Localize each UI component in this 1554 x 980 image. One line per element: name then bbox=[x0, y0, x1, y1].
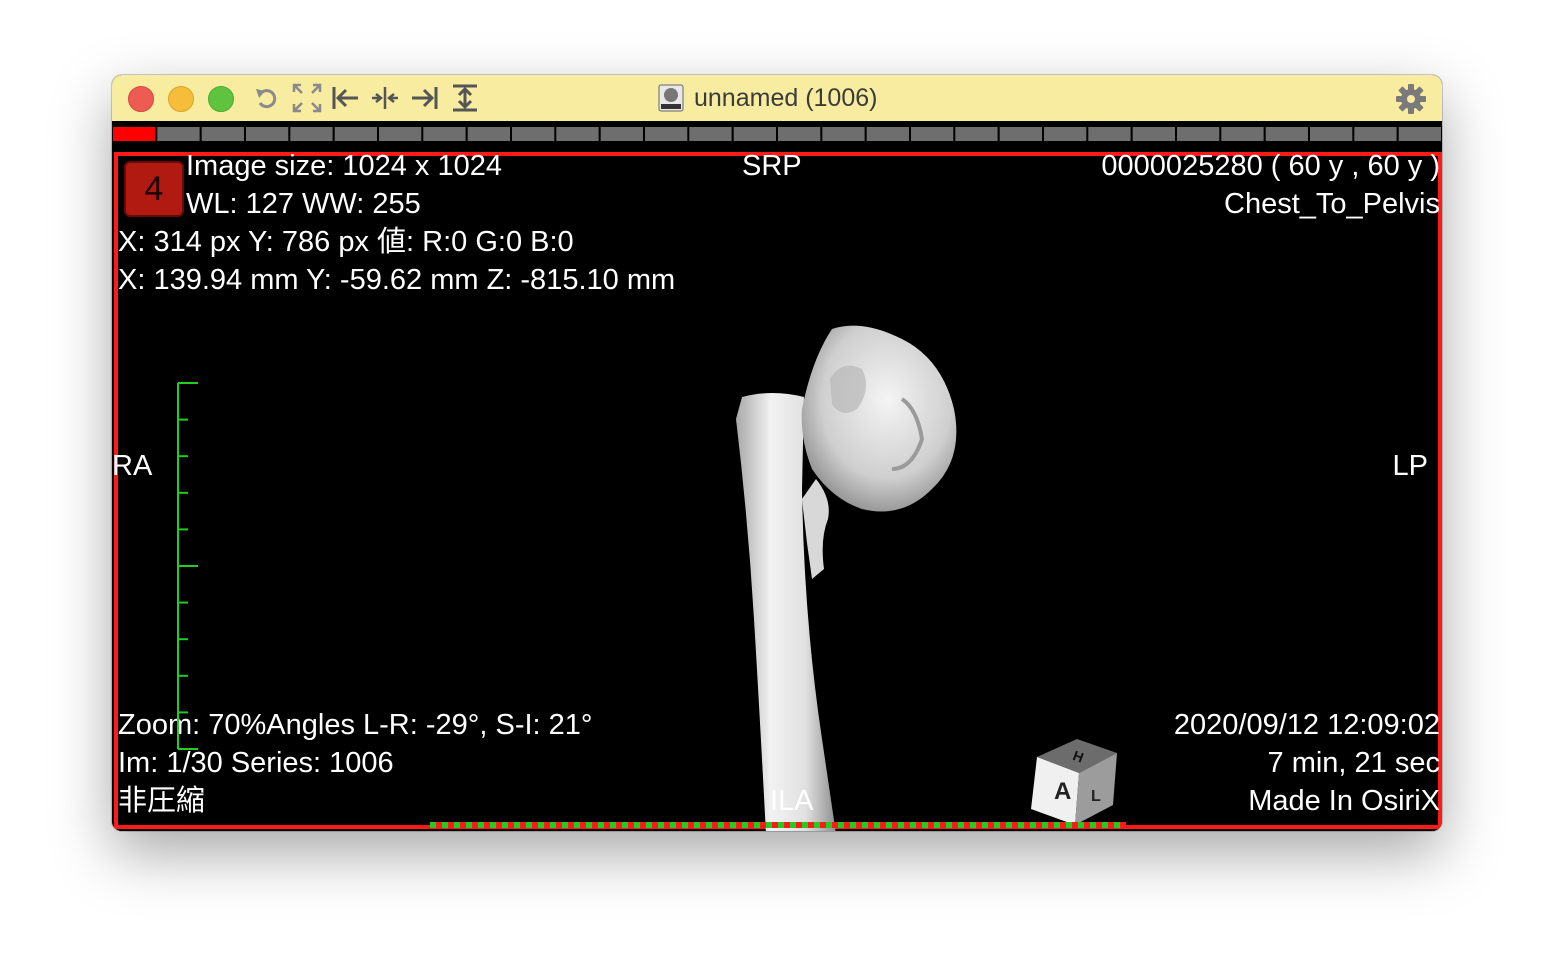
compression-label: 非圧縮 bbox=[118, 785, 206, 817]
acquisition-datetime-label: 2020/09/12 12:09:02 bbox=[1173, 709, 1440, 741]
window-title: unnamed (1006) bbox=[694, 84, 878, 112]
pixel-position-label: X: 314 px Y: 786 px 値: R:0 G:0 B:0 bbox=[118, 226, 574, 258]
slice-segment[interactable] bbox=[1265, 127, 1308, 141]
slice-segment[interactable] bbox=[512, 127, 555, 141]
right-orientation-label: LP bbox=[1392, 450, 1428, 482]
slice-segment[interactable] bbox=[733, 127, 776, 141]
slice-segment[interactable] bbox=[334, 127, 377, 141]
slice-segment[interactable] bbox=[600, 127, 643, 141]
cube-side-label: L bbox=[1091, 788, 1101, 805]
made-in-label: Made In OsiriX bbox=[1248, 785, 1440, 817]
slice-segment[interactable] bbox=[246, 127, 289, 141]
dicom-file-icon bbox=[658, 84, 684, 112]
window-level-label: WL: 127 WW: 255 bbox=[186, 188, 421, 220]
slice-segment[interactable] bbox=[1177, 127, 1220, 141]
slice-segment[interactable] bbox=[911, 127, 954, 141]
title-bar: unnamed (1006) bbox=[112, 75, 1442, 122]
slice-segment[interactable] bbox=[556, 127, 599, 141]
top-orientation-label: SRP bbox=[742, 150, 802, 182]
slice-segment[interactable] bbox=[113, 127, 156, 141]
minimize-button[interactable] bbox=[168, 86, 194, 112]
slice-segment[interactable] bbox=[866, 127, 909, 141]
close-button[interactable] bbox=[128, 86, 154, 112]
patient-id-label: 0000025280 ( 60 y , 60 y ) bbox=[1101, 150, 1440, 182]
slice-segment[interactable] bbox=[1221, 127, 1264, 141]
cube-front-label: A bbox=[1054, 778, 1071, 805]
center-icon[interactable] bbox=[370, 83, 400, 113]
image-size-label: Image size: 1024 x 1024 bbox=[186, 150, 502, 182]
slice-segment[interactable] bbox=[1310, 127, 1353, 141]
last-frame-icon[interactable] bbox=[410, 83, 440, 113]
image-series-label: Im: 1/30 Series: 1006 bbox=[118, 747, 394, 779]
mm-position-label: X: 139.94 mm Y: -59.62 mm Z: -815.10 mm bbox=[118, 264, 676, 296]
slice-segment[interactable] bbox=[467, 127, 510, 141]
slice-segment[interactable] bbox=[689, 127, 732, 141]
rotate-icon[interactable] bbox=[252, 83, 282, 113]
slice-segment[interactable] bbox=[1044, 127, 1087, 141]
slice-segment[interactable] bbox=[201, 127, 244, 141]
slice-segment[interactable] bbox=[379, 127, 422, 141]
slice-segment[interactable] bbox=[1088, 127, 1131, 141]
bone-3d-render bbox=[736, 325, 957, 831]
acquisition-duration-label: 7 min, 21 sec bbox=[1267, 747, 1440, 779]
slice-segment[interactable] bbox=[1132, 127, 1175, 141]
orientation-cube[interactable]: A H L bbox=[1027, 739, 1127, 829]
fullscreen-icon[interactable] bbox=[292, 83, 322, 113]
stack-icon[interactable] bbox=[450, 83, 480, 113]
first-frame-icon[interactable] bbox=[330, 83, 360, 113]
slice-bar[interactable] bbox=[112, 121, 1442, 145]
slice-segment[interactable] bbox=[290, 127, 333, 141]
slice-segment[interactable] bbox=[1354, 127, 1397, 141]
zoom-button[interactable] bbox=[208, 86, 234, 112]
left-orientation-label: RA bbox=[112, 450, 153, 482]
slice-segment[interactable] bbox=[778, 127, 821, 141]
slice-segment[interactable] bbox=[1398, 127, 1441, 141]
position-indicator-bar bbox=[430, 822, 1126, 828]
bottom-orientation-label: ILA bbox=[770, 785, 814, 817]
image-viewport[interactable]: 4 Image size: 1024 x 1024 WL: 127 WW: 25… bbox=[112, 149, 1442, 831]
slice-segment[interactable] bbox=[423, 127, 466, 141]
slice-segment[interactable] bbox=[822, 127, 865, 141]
slice-segment[interactable] bbox=[955, 127, 998, 141]
study-description-label: Chest_To_Pelvis bbox=[1224, 188, 1440, 220]
viewer-window: unnamed (1006) 4 Image size: 1024 x 1024… bbox=[112, 75, 1442, 831]
gear-icon[interactable] bbox=[1395, 83, 1427, 115]
vertical-scale-ruler bbox=[177, 382, 198, 750]
slice-segment[interactable] bbox=[645, 127, 688, 141]
slice-segment[interactable] bbox=[157, 127, 200, 141]
series-number-badge: 4 bbox=[124, 161, 184, 217]
slice-segment[interactable] bbox=[999, 127, 1042, 141]
